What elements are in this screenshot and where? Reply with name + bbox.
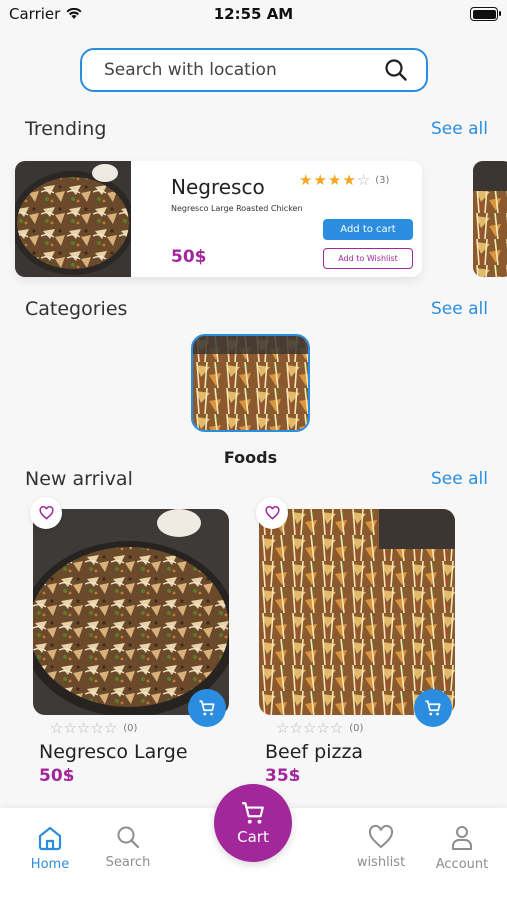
trending-next-card[interactable] bbox=[473, 161, 507, 277]
product-rating: ☆ ☆ ☆ ☆ ☆ (0) bbox=[276, 721, 363, 736]
cart-button[interactable]: Cart bbox=[214, 784, 292, 862]
new-arrival-title: New arrival bbox=[25, 468, 133, 490]
product-image[interactable] bbox=[259, 509, 455, 715]
star-full-icon: ★ bbox=[342, 171, 356, 189]
nav-item-home[interactable]: Home bbox=[10, 824, 90, 872]
heart-icon[interactable] bbox=[367, 824, 395, 850]
nav-label-wishlist: wishlist bbox=[356, 855, 406, 870]
nav-item-account[interactable]: Account bbox=[422, 824, 502, 872]
categories-title: Categories bbox=[25, 298, 128, 320]
status-bar: Carrier 12:55 AM bbox=[0, 0, 507, 30]
wishlist-toggle[interactable] bbox=[256, 497, 288, 529]
product-rating-count: (0) bbox=[349, 723, 364, 734]
product-image[interactable] bbox=[33, 509, 229, 715]
nav-item-search[interactable]: Search bbox=[88, 824, 168, 870]
nav-item-wishlist[interactable]: wishlist bbox=[341, 824, 421, 870]
trending-rating: ★ ★ ★ ★ ☆ (3) bbox=[299, 173, 389, 188]
star-full-icon: ★ bbox=[327, 171, 342, 189]
trending-next-image bbox=[473, 161, 507, 277]
search-icon[interactable] bbox=[384, 58, 408, 82]
product-name: Beef pizza bbox=[265, 741, 364, 763]
star-empty-icon: ☆ bbox=[329, 719, 344, 737]
heart-icon[interactable] bbox=[38, 506, 54, 520]
nav-label-account: Account bbox=[435, 857, 489, 872]
star-empty-icon: ☆ bbox=[356, 171, 371, 189]
cart-icon[interactable] bbox=[239, 800, 267, 826]
heart-icon[interactable] bbox=[264, 506, 280, 520]
battery-icon bbox=[470, 7, 501, 21]
add-to-cart-button[interactable]: Add to cart bbox=[323, 219, 413, 240]
cart-icon[interactable] bbox=[198, 699, 216, 717]
trending-card[interactable]: Negresco Negresco Large Roasted Chicken … bbox=[15, 161, 422, 277]
product-name: Negresco Large bbox=[39, 741, 188, 763]
product-rating-count: (0) bbox=[123, 723, 138, 734]
trending-title: Trending bbox=[25, 118, 107, 140]
star-empty-icon: ☆ bbox=[103, 719, 118, 737]
categories-see-all-link[interactable]: See all bbox=[431, 299, 488, 319]
nav-label-home: Home bbox=[30, 857, 70, 872]
star-empty-icon: ☆ bbox=[90, 719, 104, 737]
star-empty-icon: ☆ bbox=[50, 719, 64, 737]
product-rating: ☆ ☆ ☆ ☆ ☆ (0) bbox=[50, 721, 137, 736]
clock: 12:55 AM bbox=[213, 5, 294, 23]
trending-product-name: Negresco bbox=[171, 175, 265, 199]
home-icon[interactable] bbox=[36, 824, 64, 852]
star-full-icon: ★ bbox=[299, 171, 313, 189]
star-full-icon: ★ bbox=[313, 171, 327, 189]
user-icon[interactable] bbox=[449, 824, 475, 852]
star-empty-icon: ☆ bbox=[316, 719, 330, 737]
add-to-cart-button[interactable] bbox=[414, 689, 452, 727]
search-bar[interactable] bbox=[80, 48, 428, 92]
nav-label-search: Search bbox=[105, 855, 151, 870]
trending-product-price: 50$ bbox=[171, 247, 207, 267]
star-empty-icon: ☆ bbox=[276, 719, 290, 737]
star-empty-icon: ☆ bbox=[76, 719, 91, 737]
star-empty-icon: ☆ bbox=[302, 719, 317, 737]
search-input[interactable] bbox=[104, 60, 384, 80]
product-price: 50$ bbox=[39, 766, 75, 781]
trending-product-description: Negresco Large Roasted Chicken bbox=[171, 204, 303, 213]
cart-label: Cart bbox=[237, 828, 269, 846]
add-to-wishlist-button[interactable]: Add to Wishlist bbox=[323, 248, 413, 269]
category-foods-label[interactable]: Foods bbox=[191, 448, 310, 467]
cart-icon[interactable] bbox=[424, 699, 442, 717]
star-empty-icon: ☆ bbox=[289, 719, 303, 737]
trending-product-image[interactable] bbox=[15, 161, 131, 277]
wishlist-toggle[interactable] bbox=[30, 497, 62, 529]
add-to-cart-button[interactable] bbox=[188, 689, 226, 727]
category-foods-tile[interactable] bbox=[191, 334, 310, 432]
new-arrival-see-all-link[interactable]: See all bbox=[431, 469, 488, 489]
search-icon[interactable] bbox=[115, 824, 141, 850]
trending-see-all-link[interactable]: See all bbox=[431, 119, 488, 139]
product-price: 35$ bbox=[265, 766, 301, 781]
trending-rating-count: (3) bbox=[375, 175, 390, 186]
star-empty-icon: ☆ bbox=[63, 719, 77, 737]
category-foods-image bbox=[193, 336, 308, 430]
